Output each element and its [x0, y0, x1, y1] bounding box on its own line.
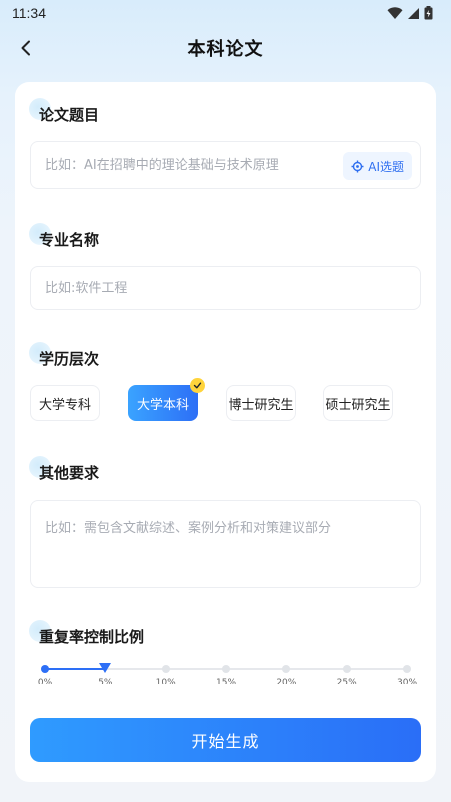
slider-thumb[interactable] — [99, 663, 112, 673]
slider-tick-label: 10% — [155, 678, 176, 684]
back-button[interactable] — [12, 34, 40, 62]
status-time: 11:34 — [12, 5, 46, 21]
slider-tick-2[interactable] — [161, 665, 170, 673]
battery-icon — [424, 6, 433, 20]
chevron-left-icon — [21, 40, 30, 56]
signal-icon — [408, 7, 419, 19]
slider-tick-label: 25% — [336, 678, 357, 684]
ai-topic-button[interactable]: AI选题 — [343, 152, 412, 180]
slider-tick-label: 0% — [37, 678, 53, 684]
start-generate-button[interactable]: 开始生成 — [30, 718, 421, 762]
ai-topic-label: AI选题 — [368, 159, 404, 174]
slider-tick-label: 30% — [396, 678, 418, 684]
target-icon — [351, 160, 364, 172]
major-input[interactable] — [31, 267, 420, 309]
level-option-master[interactable]: 硕士研究生 — [323, 385, 393, 421]
slider-tick-labels: 0% 5% 10% 15% 20% 25% 30% — [30, 678, 421, 684]
nav-bar: 本科论文 — [0, 28, 451, 68]
page-title: 本科论文 — [187, 39, 264, 60]
slider-tick-3[interactable] — [222, 665, 230, 673]
level-option-junior-college[interactable]: 大学专科 — [30, 385, 100, 421]
topic-field: AI选题 — [30, 141, 421, 189]
slider-tick-4[interactable] — [282, 665, 291, 673]
section-title-other: 其他要求 — [29, 456, 99, 483]
section-title-repeat-rate: 重复率控制比例 — [29, 620, 144, 647]
slider-tick-0[interactable] — [41, 665, 49, 673]
section-title-major: 专业名称 — [29, 223, 99, 250]
other-field — [30, 500, 421, 588]
slider-tick-label: 15% — [215, 678, 237, 684]
slider-tick-6[interactable] — [403, 665, 411, 673]
section-title-topic: 论文题目 — [29, 98, 99, 125]
section-title-level: 学历层次 — [29, 342, 99, 369]
level-options: 大学专科 大学本科 博士研究生 硕士研究生 — [30, 378, 421, 421]
form-card: 论文题目 AI选题 专业名称 学历层次 大学专科 大学本科 — [15, 82, 436, 782]
check-icon — [190, 378, 205, 393]
slider-tick-label: 20% — [276, 678, 297, 684]
slider-tick-label: 5% — [98, 678, 113, 684]
slider-fill — [45, 668, 106, 670]
level-option-doctoral[interactable]: 博士研究生 — [226, 385, 296, 421]
slider-tick-5[interactable] — [342, 665, 351, 673]
major-field — [30, 266, 421, 310]
level-option-undergraduate[interactable]: 大学本科 — [128, 378, 205, 421]
status-icons — [387, 6, 433, 20]
other-requirements-textarea[interactable] — [31, 501, 420, 587]
status-bar: 11:34 — [0, 0, 451, 26]
wifi-icon — [387, 6, 403, 19]
